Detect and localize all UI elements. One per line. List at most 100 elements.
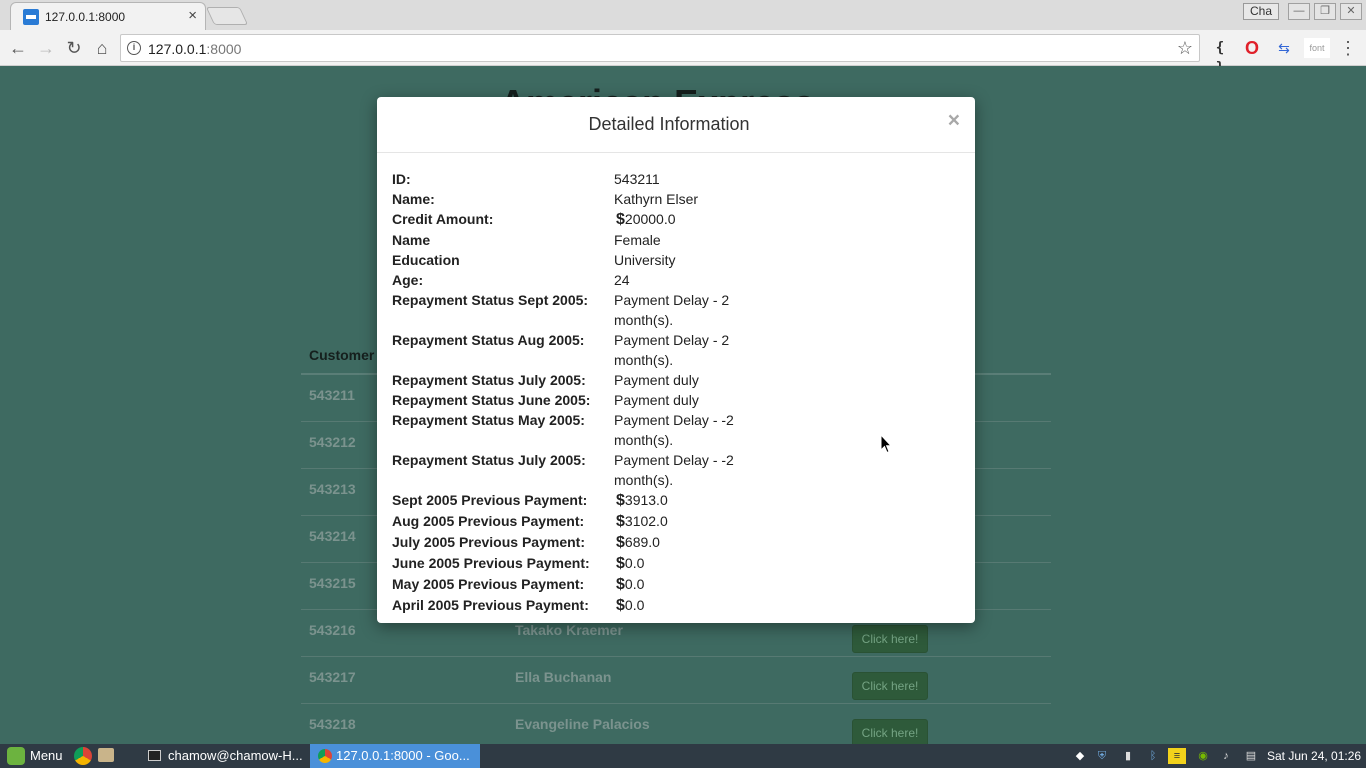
detail-value-text: 0.0	[624, 576, 645, 592]
maximize-button[interactable]: ❐	[1314, 3, 1336, 20]
bluetooth-icon[interactable]: ᛒ	[1146, 748, 1160, 764]
profile-button[interactable]: Cha	[1243, 3, 1279, 20]
new-tab-button[interactable]	[205, 7, 249, 25]
home-icon[interactable]: ⌂	[90, 36, 114, 60]
detail-label: Sept 2005 Previous Payment:	[392, 492, 588, 508]
detail-label: Repayment Status June 2005:	[392, 392, 591, 408]
volume-icon[interactable]: ♪	[1218, 748, 1234, 764]
forward-icon[interactable]: →	[34, 36, 58, 60]
nvidia-icon[interactable]: ◉	[1192, 748, 1214, 764]
font-extension-icon[interactable]: font	[1304, 38, 1330, 58]
clipboard-icon[interactable]: ▤	[1242, 748, 1260, 764]
detail-value-text: 0.0	[624, 597, 645, 613]
detail-label: Education	[392, 252, 460, 268]
detail-value-text: 689.0	[624, 534, 660, 550]
detail-value: Kathyrn Elser	[614, 189, 739, 209]
detail-label: Repayment Status July 2005:	[392, 372, 586, 388]
detail-row: Repayment Status June 2005: Payment duly	[392, 390, 962, 410]
details-button[interactable]: Click here!	[852, 625, 928, 653]
minimize-button[interactable]: —	[1288, 3, 1310, 20]
network-icon[interactable]: ▮	[1120, 748, 1136, 764]
url-text: 127.0.0.1:8000	[148, 41, 241, 57]
close-window-button[interactable]: ✕	[1340, 3, 1362, 20]
detail-value: Payment duly	[614, 390, 739, 410]
modal-close-button[interactable]: ×	[948, 109, 960, 133]
back-icon[interactable]: ←	[6, 36, 30, 60]
detail-row: April 2005 Previous Payment: $0.0	[392, 595, 962, 616]
detail-value: Payment Delay - 2 month(s).	[614, 290, 739, 330]
detail-value: University	[614, 250, 739, 270]
bookmark-star-icon[interactable]: ☆	[1177, 38, 1193, 59]
detail-value-text: Payment Delay - 2 month(s).	[614, 292, 730, 328]
detail-value-text: Payment duly	[614, 372, 699, 388]
browser-tab[interactable]: 127.0.0.1:8000 ×	[10, 2, 206, 30]
terminal-task-label: chamow@chamow-H...	[168, 748, 303, 763]
detail-row: Age: 24	[392, 270, 962, 290]
taskbar: Menu chamow@chamow-H... 127.0.0.1:8000 -…	[0, 744, 1366, 768]
browser-menu-icon[interactable]: ⋮	[1338, 38, 1358, 58]
detail-row: Repayment Status July 2005: Payment duly	[392, 370, 962, 390]
mint-logo-icon	[7, 747, 25, 765]
detail-value: $3913.0	[614, 490, 739, 511]
detail-label: Repayment Status May 2005:	[392, 412, 585, 428]
detail-value: Payment Delay - 2 month(s).	[614, 330, 739, 370]
detail-value: $0.0	[614, 574, 739, 595]
currency-symbol: $	[616, 597, 625, 614]
reload-icon[interactable]: ↻	[62, 36, 86, 60]
json-extension-icon[interactable]: { }	[1208, 38, 1232, 76]
detail-value: Female	[614, 230, 739, 250]
tab-close-icon[interactable]: ×	[188, 8, 197, 24]
detail-label: Repayment Status July 2005:	[392, 452, 586, 468]
detail-label: Repayment Status Aug 2005:	[392, 332, 585, 348]
customer-name: Takako Kraemer	[515, 622, 623, 638]
url-host: 127.0.0.1	[148, 41, 207, 57]
detail-modal: Detailed Information × ID: 543211 Name: Kat…	[377, 97, 975, 623]
detail-row: ID: 543211	[392, 169, 962, 189]
url-port: :8000	[206, 41, 242, 57]
detail-value: Payment Delay - -2 month(s).	[614, 410, 739, 450]
detail-row: Name Female	[392, 230, 962, 250]
customer-id: 543214	[309, 528, 356, 544]
detail-value: 543211	[614, 169, 739, 189]
details-button[interactable]: Click here!	[852, 672, 928, 700]
modal-title: Detailed Information	[588, 114, 750, 134]
detail-label: Name:	[392, 191, 435, 207]
modal-header: Detailed Information ×	[377, 97, 975, 153]
detail-value: $0.0	[614, 553, 739, 574]
files-launcher-icon[interactable]	[98, 748, 114, 762]
detail-label: June 2005 Previous Payment:	[392, 555, 590, 571]
detail-row: Repayment Status Aug 2005: Payment Delay …	[392, 330, 962, 370]
customer-name: Ella Buchanan	[515, 669, 612, 685]
detail-label: April 2005 Previous Payment:	[392, 597, 589, 613]
details-button[interactable]: Click here!	[852, 719, 928, 744]
taskbar-browser-task[interactable]: 127.0.0.1:8000 - Goo...	[310, 744, 480, 768]
detail-label: ID:	[392, 171, 411, 187]
info-icon[interactable]: i	[127, 41, 141, 55]
currency-symbol: $	[616, 211, 625, 228]
taskbar-terminal-task[interactable]: chamow@chamow-H...	[142, 744, 306, 768]
start-menu-button[interactable]: Menu	[4, 745, 63, 767]
detail-value-text: University	[614, 252, 676, 268]
detail-value-text: 3102.0	[624, 513, 668, 529]
dropbox-icon[interactable]: ◆	[1072, 748, 1088, 764]
terminal-icon	[148, 750, 161, 761]
detail-value-text: 543211	[614, 171, 660, 187]
detail-value-text: Payment Delay - 2 month(s).	[614, 332, 730, 368]
detail-value: 24	[614, 270, 739, 290]
table-header-customer: Customer	[309, 347, 375, 363]
detail-value-text: 20000.0	[624, 211, 676, 227]
chrome-launcher-icon[interactable]	[74, 747, 92, 765]
clock[interactable]: Sat Jun 24, 01:26	[1267, 744, 1361, 768]
detail-label: Age:	[392, 272, 424, 288]
detail-row: July 2005 Previous Payment: $689.0	[392, 532, 962, 553]
detail-row: Credit Amount: $20000.0	[392, 209, 962, 230]
shield-icon[interactable]: ⛨	[1094, 748, 1110, 764]
detail-value: $0.0	[614, 595, 739, 616]
detail-row: Education University	[392, 250, 962, 270]
detail-label: Name	[392, 232, 431, 248]
address-bar[interactable]: i 127.0.0.1:8000 ☆	[120, 34, 1200, 62]
translate-extension-icon[interactable]: ⇆	[1274, 38, 1294, 58]
notes-icon[interactable]: ≡	[1168, 748, 1186, 764]
currency-symbol: $	[616, 513, 625, 530]
opera-extension-icon[interactable]: O	[1242, 38, 1262, 58]
